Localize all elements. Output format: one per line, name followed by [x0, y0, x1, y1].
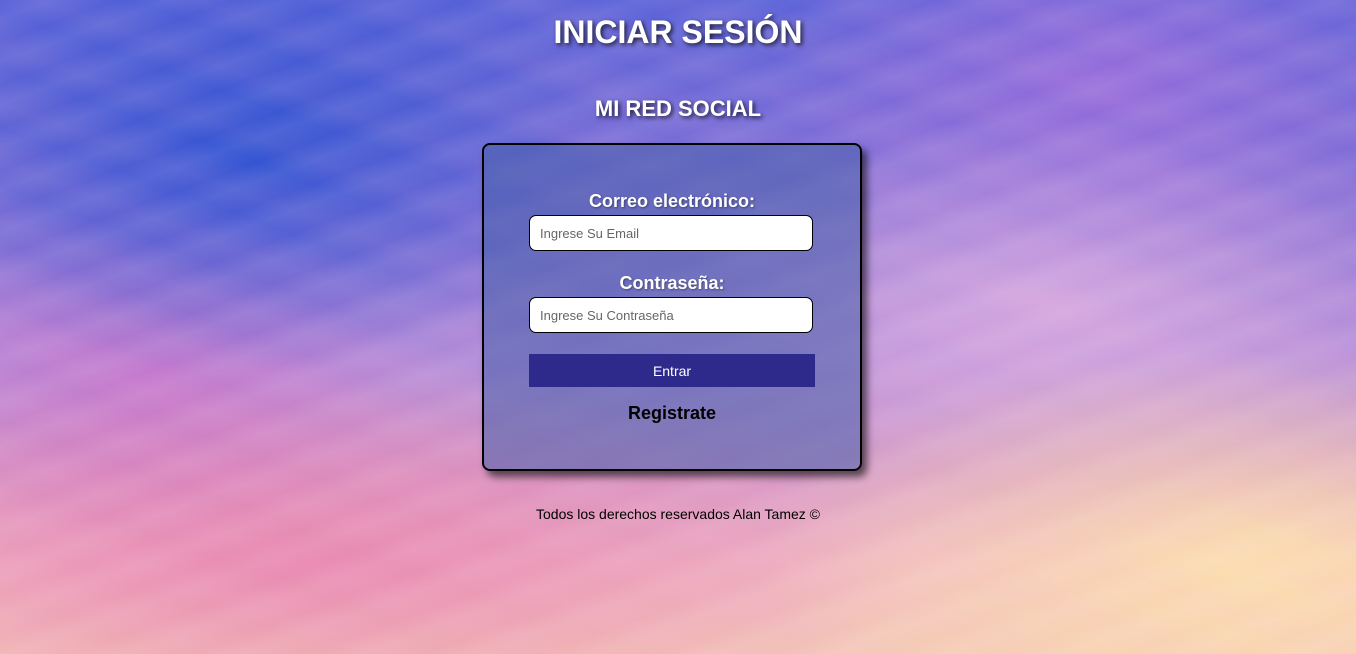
page-title: INICIAR SESIÓN: [553, 14, 803, 50]
login-button[interactable]: Entrar: [529, 354, 815, 387]
email-label: Correo electrónico:: [588, 191, 756, 211]
login-form: Correo electrónico: Contraseña: Entrar R…: [482, 143, 862, 471]
password-label: Contraseña:: [619, 273, 725, 293]
brand-title: MI RED SOCIAL: [594, 96, 762, 121]
footer-copyright: Todos los derechos reservados Alan Tamez…: [536, 506, 820, 522]
password-field[interactable]: [529, 297, 813, 333]
register-link[interactable]: Registrate: [484, 403, 860, 424]
email-field[interactable]: [529, 215, 813, 251]
